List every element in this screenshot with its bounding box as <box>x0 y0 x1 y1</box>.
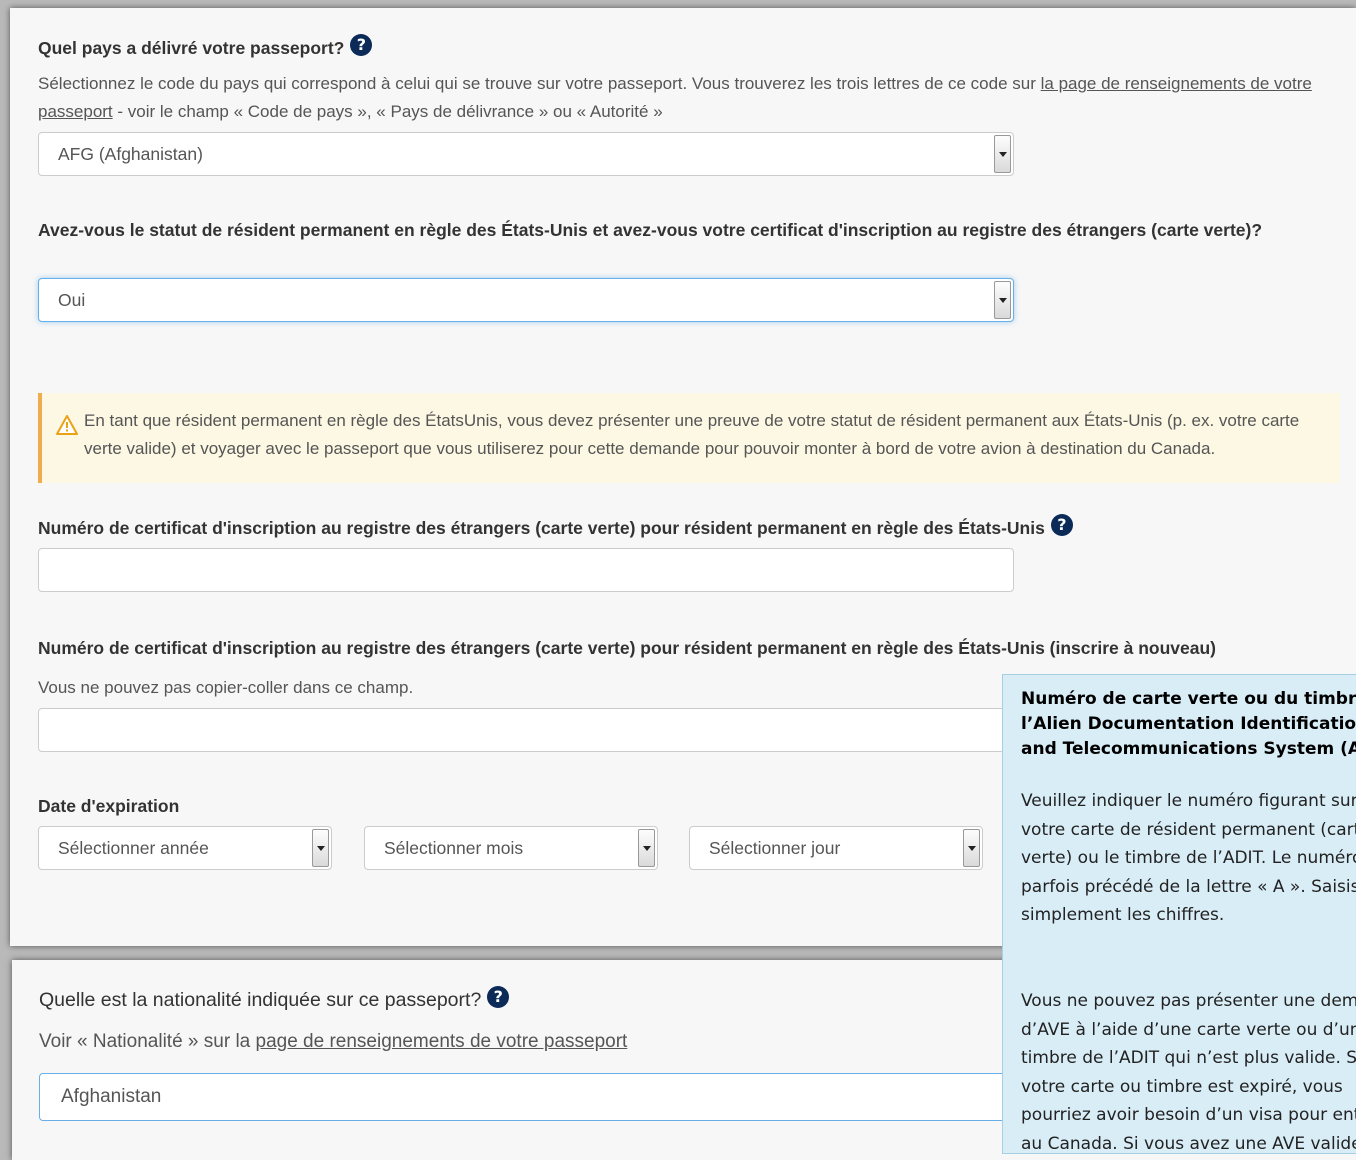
tooltip-paragraph-1: Veuillez indiquer le numéro figurant sur… <box>1021 791 1356 925</box>
green-card-help-tooltip: Numéro de carte verte ou du timbre de l’… <box>1002 674 1356 1154</box>
passport-data-page-link[interactable]: page de renseignements de votre passepor… <box>256 1031 628 1052</box>
expiry-year-select[interactable]: Sélectionner année <box>38 826 332 870</box>
nationality-selected-value: Afghanistan <box>61 1086 162 1107</box>
chevron-down-icon[interactable] <box>994 135 1011 173</box>
nationality-question: Quelle est la nationalité indiquée sur c… <box>39 986 510 1014</box>
question-circle-icon[interactable]: ? <box>487 986 510 1008</box>
passport-country-select[interactable]: AFG (Afghanistan) <box>38 132 1014 176</box>
expiry-date-label: Date d'expiration <box>38 796 180 816</box>
expiry-month-select[interactable]: Sélectionner mois <box>364 826 658 870</box>
green-card-status-select[interactable]: Oui <box>38 278 1014 322</box>
expiry-month-value: Sélectionner mois <box>384 838 524 858</box>
expiry-day-select[interactable]: Sélectionner jour <box>689 826 983 870</box>
chevron-down-icon[interactable] <box>994 281 1011 319</box>
green-card-number-input[interactable] <box>38 548 1014 592</box>
passport-country-selected-value: AFG (Afghanistan) <box>58 144 203 164</box>
expiry-year-value: Sélectionner année <box>58 838 209 858</box>
question-circle-icon[interactable]: ? <box>1050 514 1073 536</box>
chevron-down-icon[interactable] <box>963 829 980 867</box>
permanent-resident-warning-alert: En tant que résident permanent en règle … <box>38 393 1340 483</box>
alert-message: En tant que résident permanent en règle … <box>84 411 1300 458</box>
passport-country-instructions: Sélectionnez le code du pays qui corresp… <box>38 74 1312 121</box>
chevron-down-icon[interactable] <box>638 829 655 867</box>
chevron-down-icon[interactable] <box>312 829 329 867</box>
green-card-number-label: Numéro de certificat d'inscription au re… <box>38 514 1073 542</box>
question-circle-icon[interactable]: ? <box>350 34 373 56</box>
green-card-number-confirm-label: Numéro de certificat d'inscription au re… <box>38 638 1216 658</box>
warning-triangle-icon <box>56 415 78 435</box>
green-card-status-selected-value: Oui <box>58 290 86 310</box>
nationality-instructions: Voir « Nationalité » sur la page de rens… <box>39 1031 628 1052</box>
nationality-select[interactable]: Afghanistan <box>39 1073 1029 1121</box>
expiry-day-value: Sélectionner jour <box>709 838 841 858</box>
green-card-number-confirm-input[interactable] <box>38 708 1014 752</box>
no-paste-note: Vous ne pouvez pas copier-coller dans ce… <box>38 678 414 697</box>
passport-country-question: Quel pays a délivré votre passeport?? <box>38 34 373 62</box>
tooltip-title: Numéro de carte verte ou du timbre de l’… <box>1021 689 1356 759</box>
green-card-status-question: Avez-vous le statut de résident permanen… <box>38 220 1263 240</box>
tooltip-paragraph-2: Vous ne pouvez pas présenter une demande… <box>1021 991 1356 1154</box>
